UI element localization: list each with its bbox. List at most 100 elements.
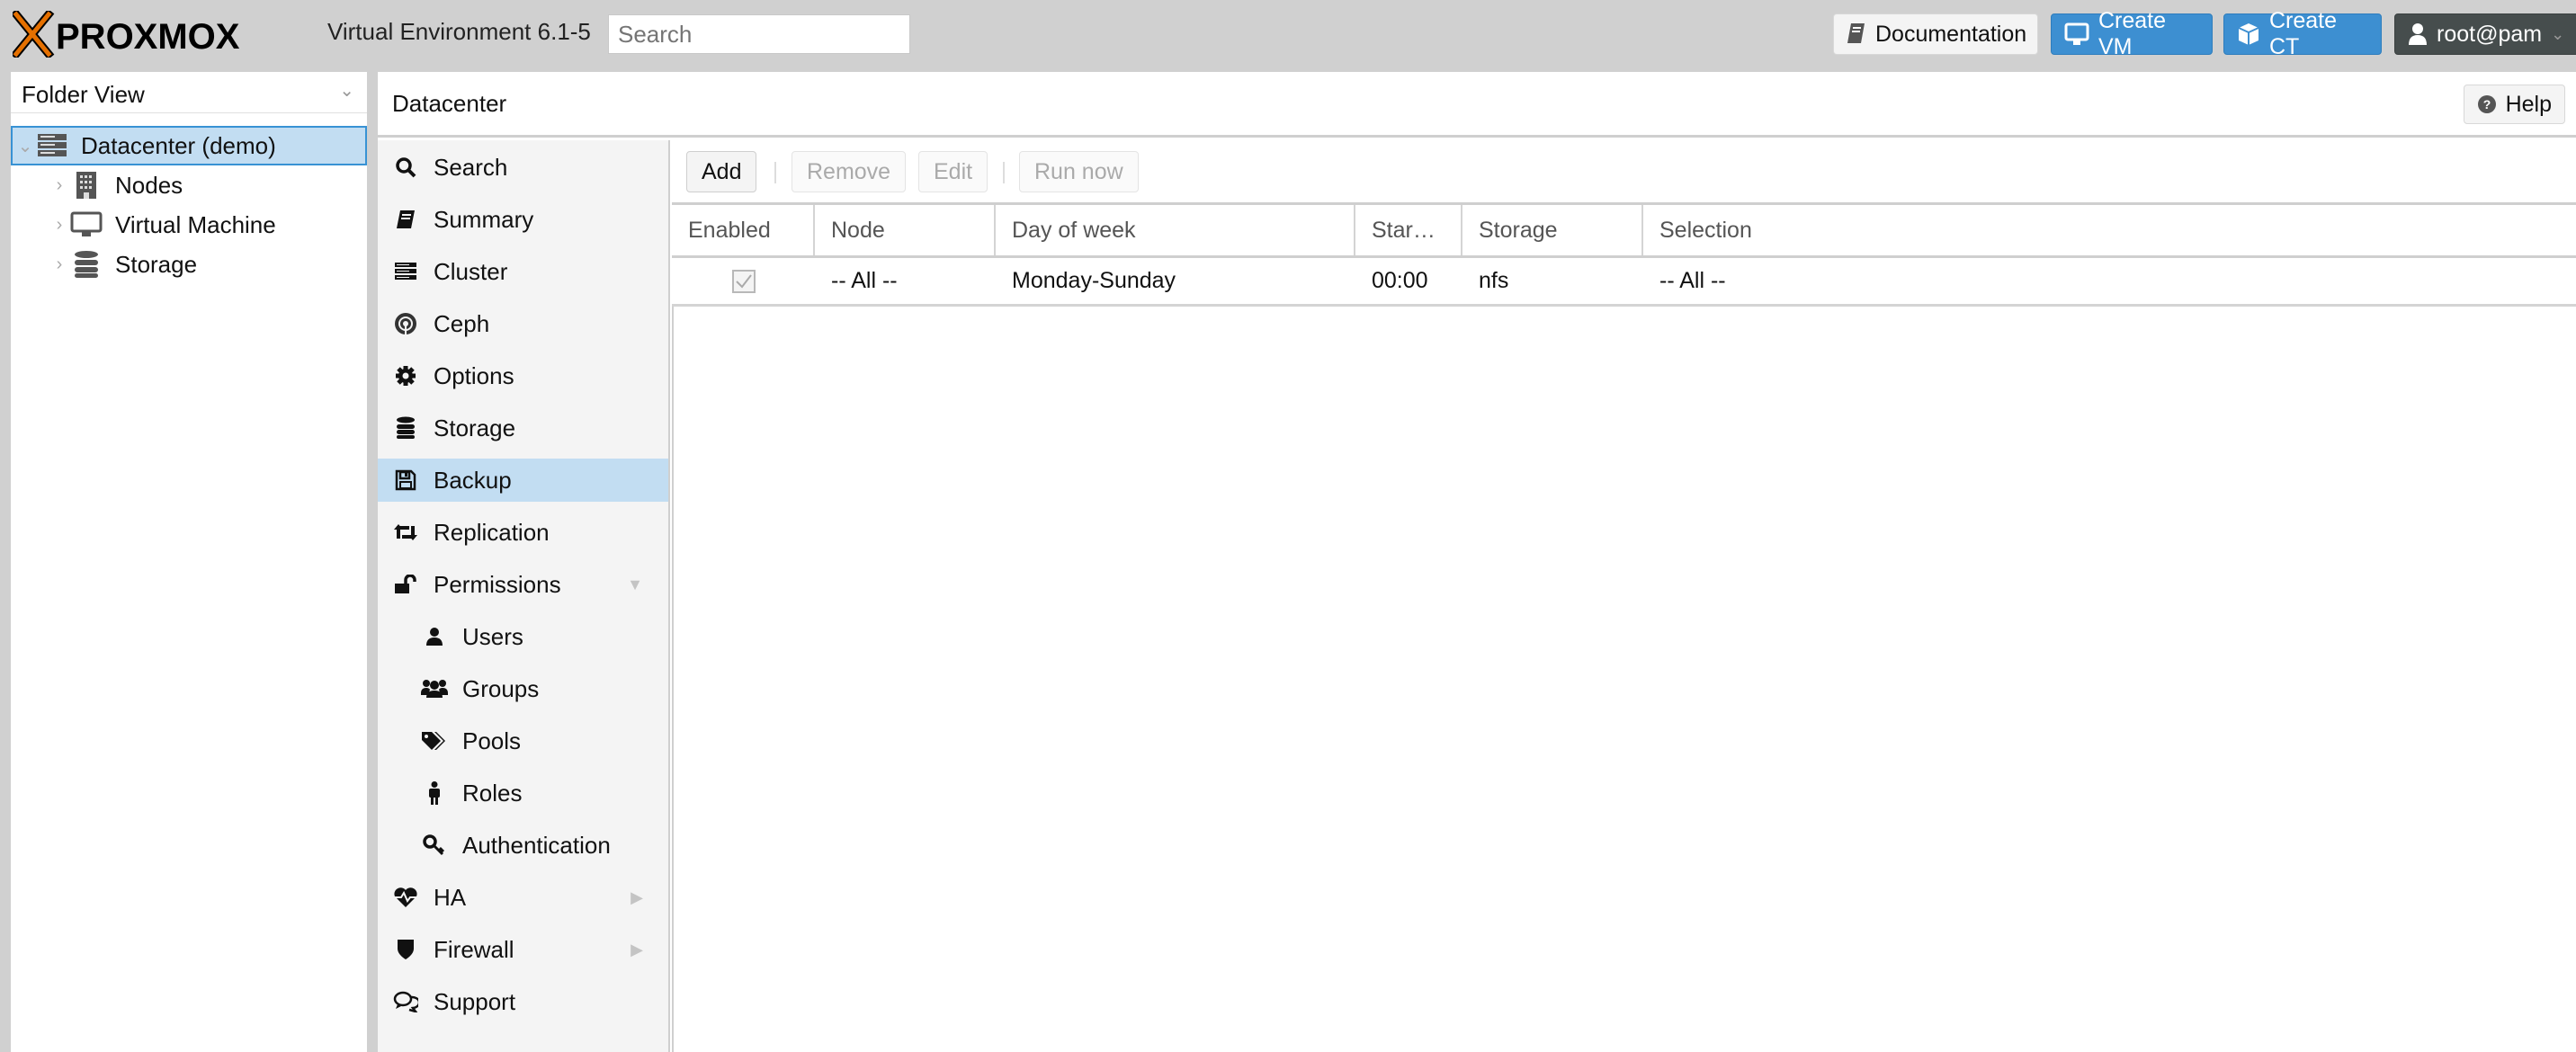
chevron-down-icon: ⌄ (339, 81, 354, 101)
documentation-button[interactable]: Documentation (1833, 13, 2038, 55)
page-title: Datacenter (392, 90, 507, 117)
caret-right-icon[interactable]: ▶ (631, 941, 643, 959)
expand-icon[interactable]: › (50, 175, 68, 196)
global-search-input[interactable] (608, 14, 910, 54)
toolbar-separator (774, 162, 776, 183)
tree-node-nodes[interactable]: › Nodes (11, 165, 367, 205)
expand-icon[interactable]: › (50, 215, 68, 236)
male-icon (421, 781, 448, 805)
column-header-storage[interactable]: Storage (1462, 205, 1643, 255)
checkmark-icon (735, 273, 752, 289)
expand-icon[interactable]: › (50, 254, 68, 275)
nav-item-roles[interactable]: Roles (378, 771, 668, 815)
user-icon (2409, 23, 2427, 45)
user-label: root@pam (2437, 21, 2543, 47)
tree-node-virtual-machine[interactable]: › Virtual Machine (11, 205, 367, 245)
tags-icon (421, 731, 448, 751)
backup-toolbar: Add Remove Edit Run now (672, 140, 2576, 205)
proxmox-logo: PROXMOX (13, 11, 315, 58)
help-label: Help (2505, 91, 2552, 117)
nav-item-pools[interactable]: Pools (378, 719, 668, 762)
floppy-icon (392, 469, 419, 491)
panel-splitter[interactable] (367, 72, 378, 1052)
logo-text: PROXMOX (56, 17, 240, 57)
selection-cell: -- All -- (1659, 268, 1726, 293)
book-icon (392, 209, 419, 230)
create-vm-button[interactable]: Create VM (2051, 8, 2213, 59)
users-icon (421, 679, 448, 699)
server-icon (392, 262, 419, 281)
nav-item-storage[interactable]: Storage (378, 406, 668, 450)
tree-node-label: Nodes (115, 171, 183, 199)
database-icon (68, 250, 104, 279)
start-time-cell: 00:00 (1372, 268, 1428, 293)
nav-item-permissions[interactable]: Permissions ▼ (378, 563, 668, 606)
nav-item-summary[interactable]: Summary (378, 198, 668, 241)
user-menu-button[interactable]: root@pam ⌄ (2394, 13, 2576, 55)
nav-item-ha[interactable]: HA ▶ (378, 876, 668, 919)
view-selector-value: Folder View (22, 81, 145, 108)
nav-item-options[interactable]: Options (378, 354, 668, 397)
nav-item-support[interactable]: Support (378, 980, 668, 1023)
enabled-checkbox[interactable] (731, 269, 756, 293)
nav-item-users[interactable]: Users (378, 615, 668, 658)
column-header-enabled[interactable]: Enabled (672, 205, 815, 255)
caret-right-icon[interactable]: ▶ (631, 888, 643, 907)
column-header-day-of-week[interactable]: Day of week (996, 205, 1355, 255)
nav-item-authentication[interactable]: Authentication (378, 824, 668, 867)
node-cell: -- All -- (831, 268, 898, 293)
run-now-button[interactable]: Run now (1019, 151, 1139, 192)
create-ct-label: Create CT (2269, 8, 2338, 59)
help-button[interactable]: ? Help (2463, 85, 2565, 124)
gear-icon (392, 365, 419, 387)
content-header: Datacenter ? Help (378, 72, 2576, 138)
nav-item-firewall[interactable]: Firewall ▶ (378, 928, 668, 971)
nav-item-backup[interactable]: Backup (378, 459, 668, 502)
nav-item-replication[interactable]: Replication (378, 511, 668, 554)
day-of-week-cell: Monday-Sunday (1012, 268, 1176, 293)
view-selector[interactable]: Folder View ⌄ (11, 72, 367, 113)
datacenter-icon (34, 131, 70, 160)
key-icon (421, 834, 448, 856)
toolbar-separator (1003, 162, 1005, 183)
ceph-icon (392, 312, 419, 335)
heartbeat-icon (392, 887, 419, 908)
tree-node-label: Virtual Machine (115, 210, 276, 238)
column-header-start-time[interactable]: Star… (1355, 205, 1462, 255)
top-bar: PROXMOX Virtual Environment 6.1-5 Docume… (0, 0, 2576, 72)
nav-item-search[interactable]: Search (378, 146, 668, 189)
table-row[interactable]: -- All -- Monday-Sunday 00:00 nfs -- All… (672, 258, 2576, 307)
column-header-node[interactable]: Node (815, 205, 996, 255)
tree-node-label: Datacenter (demo) (81, 131, 276, 159)
cube-icon (2238, 23, 2259, 45)
storage-cell: nfs (1479, 268, 1509, 293)
add-button[interactable]: Add (686, 151, 757, 192)
edit-button[interactable]: Edit (918, 151, 988, 192)
retweet-icon (392, 522, 419, 542)
collapse-icon[interactable]: ⌄ (16, 135, 34, 157)
svg-text:?: ? (2482, 97, 2491, 111)
create-ct-button[interactable]: Create CT (2223, 8, 2382, 59)
database-icon (392, 416, 419, 440)
chevron-down-icon: ⌄ (2551, 24, 2565, 43)
column-header-selection[interactable]: Selection (1643, 205, 2576, 255)
version-label: Virtual Environment 6.1-5 (327, 18, 591, 45)
shield-icon (392, 939, 419, 960)
desktop-icon (68, 210, 104, 239)
datacenter-nav-menu: Search Summary Cluster Ceph Options Stor… (378, 140, 670, 1052)
nav-item-groups[interactable]: Groups (378, 667, 668, 710)
nav-item-ceph[interactable]: Ceph (378, 302, 668, 345)
resource-tree: ⌄ Datacenter (demo) › Nodes › Virtual Ma… (11, 126, 367, 284)
backup-jobs-grid: Enabled Node Day of week Star… Storage S… (672, 205, 2576, 307)
tree-node-label: Storage (115, 250, 198, 278)
comments-icon (392, 991, 419, 1012)
create-vm-label: Create VM (2098, 8, 2167, 59)
enabled-cell (672, 258, 815, 304)
tree-node-datacenter[interactable]: ⌄ Datacenter (demo) (11, 126, 367, 165)
tree-node-storage[interactable]: › Storage (11, 245, 367, 284)
remove-button[interactable]: Remove (792, 151, 907, 192)
grid-header: Enabled Node Day of week Star… Storage S… (672, 205, 2576, 258)
building-icon (68, 171, 104, 200)
caret-down-icon[interactable]: ▼ (627, 575, 643, 594)
nav-item-cluster[interactable]: Cluster (378, 250, 668, 293)
